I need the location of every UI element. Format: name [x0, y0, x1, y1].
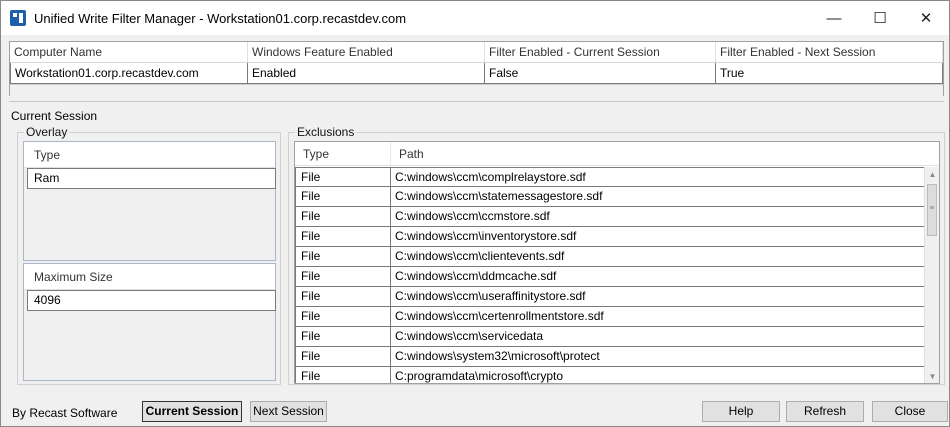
scroll-up-arrow-icon[interactable]: ▲ [925, 167, 939, 182]
overlay-group-label: Overlay [24, 125, 70, 139]
exclusion-path-cell[interactable]: C:windows\ccm\ccmstore.sdf [391, 207, 925, 227]
vertical-scrollbar[interactable]: ▲ ≡ ▼ [924, 167, 939, 383]
column-header-filter-next-session[interactable]: Filter Enabled - Next Session [716, 42, 943, 62]
computer-name-cell[interactable]: Workstation01.corp.recastdev.com [10, 63, 248, 84]
exclusion-path-cell[interactable]: C:windows\ccm\servicedata [391, 327, 925, 347]
overlay-max-size-panel: Maximum Size 4096 [23, 263, 276, 381]
exclusion-type-cell[interactable]: File [295, 327, 391, 347]
close-window-button[interactable]: ✕ [903, 1, 949, 35]
divider [9, 101, 944, 102]
exclusion-path-cell[interactable]: C:windows\ccm\certenrollmentstore.sdf [391, 307, 925, 327]
uwf-manager-window: Unified Write Filter Manager - Workstati… [0, 0, 950, 427]
table-row[interactable]: File C:windows\ccm\servicedata [295, 327, 925, 347]
scroll-down-arrow-icon[interactable]: ▼ [925, 369, 939, 383]
exclusions-group-label: Exclusions [295, 125, 357, 139]
brand-label: By Recast Software [12, 406, 118, 420]
table-row[interactable]: File C:windows\ccm\complrelaystore.sdf [295, 167, 925, 187]
footer-bar: By Recast Software Current Session Next … [1, 397, 949, 427]
title-bar: Unified Write Filter Manager - Workstati… [1, 1, 949, 35]
table-row[interactable]: File C:windows\ccm\ddmcache.sdf [295, 267, 925, 287]
exclusion-type-cell[interactable]: File [295, 347, 391, 367]
table-row[interactable]: File C:windows\ccm\useraffinitystore.sdf [295, 287, 925, 307]
table-row[interactable]: File C:windows\ccm\clientevents.sdf [295, 247, 925, 267]
exclusion-type-cell[interactable]: File [295, 267, 391, 287]
table-row[interactable]: File C:windows\ccm\ccmstore.sdf [295, 207, 925, 227]
table-row[interactable]: Workstation01.corp.recastdev.com Enabled… [10, 63, 943, 84]
overlay-type-header: Type [24, 142, 275, 168]
feature-enabled-cell[interactable]: Enabled [248, 63, 485, 84]
exclusion-path-cell[interactable]: C:windows\ccm\statemessagestore.sdf [391, 187, 925, 207]
column-header-windows-feature-enabled[interactable]: Windows Feature Enabled [248, 42, 485, 62]
filter-next-cell[interactable]: True [716, 63, 943, 84]
exclusion-type-cell[interactable]: File [295, 167, 391, 187]
exclusion-path-cell[interactable]: C:windows\ccm\ddmcache.sdf [391, 267, 925, 287]
computers-table: Computer Name Windows Feature Enabled Fi… [9, 41, 944, 96]
exclusion-path-cell[interactable]: C:windows\system32\microsoft\protect [391, 347, 925, 367]
next-session-button[interactable]: Next Session [250, 401, 327, 422]
current-session-label: Current Session [11, 109, 98, 123]
filter-current-cell[interactable]: False [485, 63, 716, 84]
close-button[interactable]: Close [872, 401, 948, 422]
table-row[interactable]: File C:windows\ccm\inventorystore.sdf [295, 227, 925, 247]
exclusion-type-cell[interactable]: File [295, 367, 391, 383]
exclusion-type-cell[interactable]: File [295, 227, 391, 247]
overlay-type-value[interactable]: Ram [27, 168, 276, 189]
minimize-button[interactable]: — [811, 1, 857, 35]
maximize-button[interactable]: ☐ [857, 1, 903, 35]
table-row[interactable]: File C:windows\system32\microsoft\protect [295, 347, 925, 367]
exclusion-type-cell[interactable]: File [295, 247, 391, 267]
scroll-thumb[interactable]: ≡ [927, 184, 937, 236]
overlay-type-panel: Type Ram [23, 141, 276, 261]
column-header-filter-current-session[interactable]: Filter Enabled - Current Session [485, 42, 716, 62]
app-icon [10, 10, 26, 26]
exclusions-table: Type Path File C:windows\ccm\complrelayst… [294, 141, 940, 384]
exclusion-type-cell[interactable]: File [295, 307, 391, 327]
exclusions-rows: File C:windows\ccm\complrelaystore.sdf Fi… [295, 167, 925, 383]
exclusion-path-cell[interactable]: C:windows\ccm\complrelaystore.sdf [391, 167, 925, 187]
exclusion-path-cell[interactable]: C:programdata\microsoft\crypto [391, 367, 925, 383]
table-row[interactable]: File C:programdata\microsoft\crypto [295, 367, 925, 383]
exclusion-type-cell[interactable]: File [295, 187, 391, 207]
exclusion-type-cell[interactable]: File [295, 207, 391, 227]
window-title: Unified Write Filter Manager - Workstati… [34, 10, 407, 26]
exclusion-path-cell[interactable]: C:windows\ccm\clientevents.sdf [391, 247, 925, 267]
computers-table-header: Computer Name Windows Feature Enabled Fi… [10, 42, 943, 63]
column-header-path[interactable]: Path [391, 142, 424, 165]
overlay-max-size-value[interactable]: 4096 [27, 290, 276, 311]
current-session-button[interactable]: Current Session [142, 401, 242, 422]
refresh-button[interactable]: Refresh [786, 401, 864, 422]
table-row[interactable]: File C:windows\ccm\certenrollmentstore.sd… [295, 307, 925, 327]
table-empty-area [10, 84, 943, 96]
help-button[interactable]: Help [702, 401, 780, 422]
exclusion-path-cell[interactable]: C:windows\ccm\inventorystore.sdf [391, 227, 925, 247]
column-header-computer-name[interactable]: Computer Name [10, 42, 248, 62]
exclusions-table-header: Type Path [295, 142, 939, 166]
exclusion-path-cell[interactable]: C:windows\ccm\useraffinitystore.sdf [391, 287, 925, 307]
table-row[interactable]: File C:windows\ccm\statemessagestore.sdf [295, 187, 925, 207]
overlay-max-size-header: Maximum Size [24, 264, 275, 290]
column-header-type[interactable]: Type [295, 142, 391, 165]
exclusion-type-cell[interactable]: File [295, 287, 391, 307]
